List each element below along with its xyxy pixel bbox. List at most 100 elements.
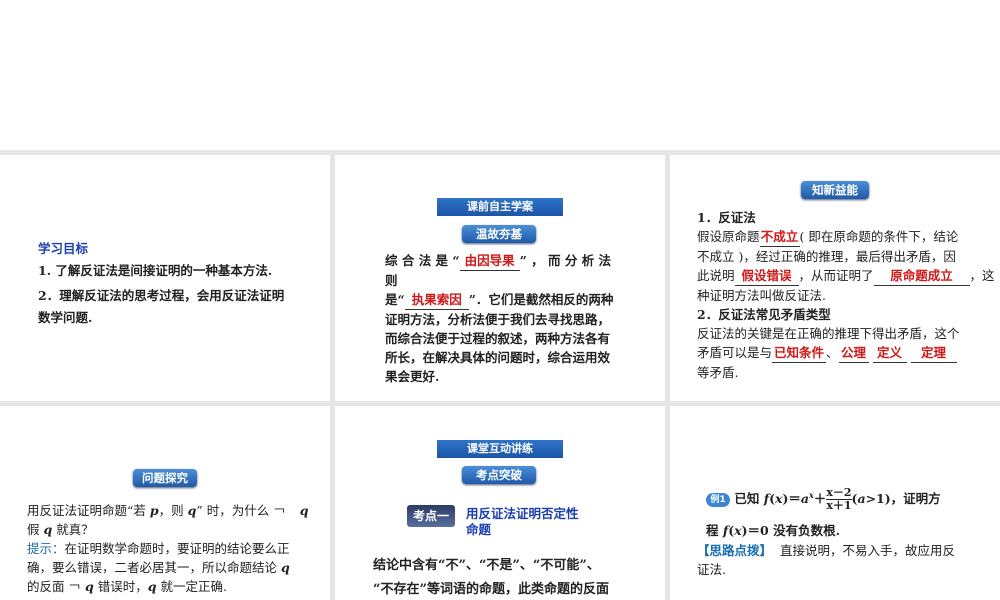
separator: 、 [826,345,839,360]
hint-line-3: 的反面 ￢ q 错误时，q 就一定正确. [27,577,327,596]
topic-body-line-2: “不存在”等词语的命题，此类命题的反面 [373,582,609,597]
hint-text: 在证明数学命题时，要证明的结论要么正 [64,541,290,556]
question-body: 用反证法证明命题“若 p，则 q” 时，为什么 ￢ q 假 q 就真？ 提示：在证明… [27,501,327,596]
tip-text: 直接说明，不易入手，故应用反 [779,543,955,558]
body-line-1: 假设原命题不成立( 即在原命题的条件下，结论 [697,227,995,247]
slide-example[interactable]: 例1 已知 f(x)＝ax＋ x－2 x＋1 (a>1)，证明方 程 f(x)＝0 没… [670,406,1000,600]
topic-body: 结论中含有“不”、“不是”、“不可能”、 “不存在”等词语的命题，此类命题的反面 [373,554,609,600]
body-text: 矛盾可以是与 [697,345,773,360]
thinking-tip: 【思路点拨】 直接说明，不易入手，故应用反 证法. [697,541,995,579]
slide-class-interaction[interactable]: 课堂互动讲练 考点突破 考点一 用反证法证明否定性 命题 结论中含有“不”、“不… [335,406,665,600]
negation-symbol: ￢ [273,503,286,518]
question-line-2: 假 q 就真？ [27,520,327,539]
hint-line-1: 提示：在证明数学命题时，要证明的结论要么正 [27,539,327,558]
tip-label: 【思路点拨】 [697,543,773,558]
slide-review[interactable]: 课前自主学案 温故夯基 综 合 法 是 “由因导果” ， 而 分 析 法 则 是… [335,155,665,401]
example-line-2: 程 f(x)＝0 没有负数根. [706,521,840,540]
new-knowledge-body: 1．反证法 假设原命题不成立( 即在原命题的条件下，结论 不成立 )，经过正确的… [697,208,995,382]
key-point-pill: 考点突破 [462,466,536,484]
q-text: 假 [27,522,44,537]
blank-analysis: 执果索因 [404,290,469,310]
body-text: 此说明 [697,268,735,283]
ex-text: >1)，证明方 [865,491,941,507]
review-line-1: 综 合 法 是 “由因导果” ， 而 分 析 法 则 [385,251,625,290]
body-line-3: 此说明 假设错误 ，从而证明了 原命题成立 ，这 [697,266,995,286]
ex-text: 已知 [734,491,764,507]
ex-text: ＋ [813,491,827,507]
ex-text: )＝0 没有负数根. [741,523,840,538]
ex-text: 程 [706,523,723,538]
var-x: x [734,523,742,538]
slide-question-explore[interactable]: 问题探究 用反证法证明命题“若 p，则 q” 时，为什么 ￢ q 假 q 就真？ 提… [0,406,330,600]
review-line-5: 所长，在解决具体的问题时，综合运用效 [385,350,611,365]
blank-axiom: 公理 [838,343,869,363]
example-badge: 例1 [706,492,730,507]
hint-line-2: 确，要么错误，二者必居其一，所以命题结论 q [27,558,327,577]
blank-synthesis: 由因导果 [459,251,520,271]
fraction-numerator: x－2 [826,486,852,500]
hint-text: 就一定正确. [156,579,227,594]
question-explore-pill: 问题探究 [133,469,197,487]
var-q: q [85,579,94,594]
q-text: ” 时，为什么 [196,503,270,518]
body-text: ( 即在原命题的条件下，结论 [799,229,959,244]
topic-body-line-1: 结论中含有“不”、“不是”、“不可能”、 [373,558,600,573]
body-line-5: 反证法的关键是在正确的推理下得出矛盾，这个 [697,326,960,341]
topic-title: 用反证法证明否定性 命题 [466,506,579,538]
fraction-denominator: x＋1 [826,499,852,513]
goal-item-1: 1. 了解反证法是间接证明的一种基本方法. [38,263,273,278]
slide-new-knowledge[interactable]: 知新益能 1．反证法 假设原命题不成立( 即在原命题的条件下，结论 不成立 )，… [670,155,1000,401]
blank-known-conditions: 已知条件 [772,343,827,363]
blank-not-hold: 不成立 [759,227,800,247]
body-text: 假设原命题 [697,229,760,244]
var-q: q [43,522,53,537]
var-q: q [147,579,157,594]
body-line-6: 矛盾可以是与 已知条件、公理 定义 定理 [697,343,995,363]
review-text: 是“ [385,292,405,307]
question-line-1: 用反证法证明命题“若 p，则 q” 时，为什么 ￢ q [27,501,327,520]
tip-line-2: 证法. [697,562,726,577]
example-line-1: 例1 已知 f(x)＝ax＋ x－2 x＋1 (a>1)，证明方 [706,486,996,512]
top-blank-area [0,0,1000,150]
body-text: ，这 [969,268,995,283]
section-2-title: 2．反证法常见矛盾类型 [697,307,831,322]
hint-text: 确，要么错误，二者必居其一，所以命题结论 [27,560,281,575]
new-knowledge-pill: 知新益能 [801,181,869,199]
review-paragraph: 综 合 法 是 “由因导果” ， 而 分 析 法 则 是“ 执果索因 ”．它们是截然… [385,251,625,386]
body-line-2: 不成立 )，经过正确的推理，最后得出矛盾，因 [697,249,956,264]
tip-line-1: 【思路点拨】 直接说明，不易入手，故应用反 [697,541,995,560]
blank-definition: 定义 [872,343,907,363]
review-text: 综 合 法 是 “ [385,253,460,268]
var-a: a [857,491,866,507]
body-line-7: 等矛盾. [697,365,739,380]
review-text: ”．它们是截然相反的两种 [468,292,614,307]
negation-symbol: ￢ [68,579,82,594]
section-bar-preview: 课前自主学案 [437,198,563,216]
section-bar-classroom: 课堂互动讲练 [437,440,563,458]
review-line-4: 而综合法便于过程的叙述，两种方法各有 [385,331,611,346]
review-pill: 温故夯基 [462,225,536,243]
hint-text: 的反面 [27,579,65,594]
var-p: p [149,503,159,518]
learning-goals-heading: 学习目标 [38,241,89,256]
q-text: ，则 [158,503,188,518]
goal-item-2-line1: 2．理解反证法的思考过程，会用反证法证明 [38,288,285,303]
hint-label: 提示： [27,541,65,556]
body-text: ，从而证明了 [798,268,874,283]
body-line-4: 种证明方法叫做反证法. [697,288,826,303]
var-q: q [280,560,290,575]
ex-text: )＝ [782,491,801,507]
goal-item-2-line2: 数学问题. [38,310,93,325]
blank-proposition-holds: 原命题成立 [873,266,970,286]
topic-line-2: 命题 [466,522,492,537]
blank-theorem: 定理 [910,343,957,363]
fraction: x－2 x＋1 [826,486,852,513]
review-line-3: 证明方法，分析法便于我们去寻找思路， [385,312,611,327]
review-line-2: 是“ 执果索因 ”．它们是截然相反的两种 [385,290,625,310]
q-text: 用反证法证明命题“若 [27,503,150,518]
slide-learning-goals[interactable]: 学习目标 1. 了解反证法是间接证明的一种基本方法. 2．理解反证法的思考过程，… [0,155,330,401]
kaodian-badge: 考点一 [407,505,456,527]
var-a: a [800,491,810,507]
topic-line-1: 用反证法证明否定性 [466,506,579,521]
section-1-title: 1．反证法 [697,210,756,225]
